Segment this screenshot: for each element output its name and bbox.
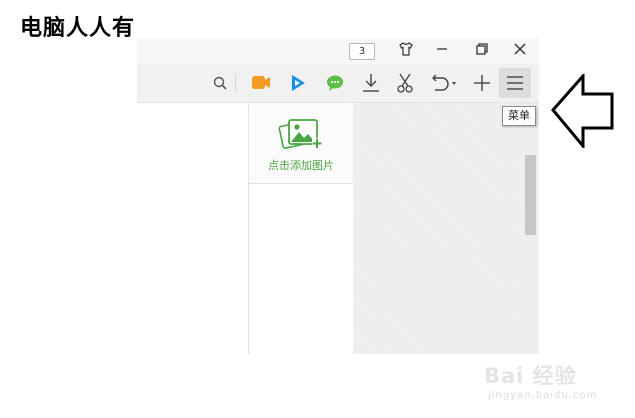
toolbar-divider <box>235 74 236 92</box>
watermark-title: 电脑人人有 <box>20 15 136 41</box>
watermark-logo: Bai 经验 jingyan.baidu.com <box>484 348 624 408</box>
tshirt-icon[interactable] <box>395 41 417 61</box>
scissors-icon[interactable] <box>392 70 418 96</box>
watermark-url: jingyan.baidu.com <box>488 390 598 401</box>
menu-tooltip: 菜单 <box>502 106 536 126</box>
minimize-icon[interactable] <box>431 41 453 61</box>
watermark-logo-text: Bai 经验 <box>484 364 577 388</box>
restore-icon[interactable] <box>471 41 493 61</box>
wechat-icon[interactable] <box>322 70 348 96</box>
plus-icon[interactable] <box>469 70 495 96</box>
download-icon[interactable] <box>358 70 384 96</box>
left-arrow-icon <box>551 74 614 148</box>
content-canvas <box>353 103 523 354</box>
add-image-icon <box>278 119 322 149</box>
scrollbar-track[interactable] <box>523 103 539 354</box>
menu-button[interactable] <box>499 68 531 98</box>
add-image-label: 点击添加图片 <box>268 159 334 172</box>
scrollbar-thumb[interactable] <box>525 155 536 235</box>
video-camera-icon[interactable] <box>248 70 274 96</box>
browser-window: 3 点击添加图片 <box>137 38 539 354</box>
undo-icon[interactable] <box>428 70 460 96</box>
add-image-button[interactable]: 点击添加图片 <box>249 103 353 184</box>
title-bar: 3 <box>137 38 539 64</box>
tab-count-badge[interactable]: 3 <box>349 43 375 60</box>
hamburger-menu-icon <box>507 76 523 90</box>
play-icon[interactable] <box>285 70 311 96</box>
toolbar <box>137 64 539 103</box>
image-side-panel: 点击添加图片 <box>248 103 354 354</box>
search-icon[interactable] <box>207 70 233 96</box>
close-icon[interactable] <box>509 41 531 61</box>
